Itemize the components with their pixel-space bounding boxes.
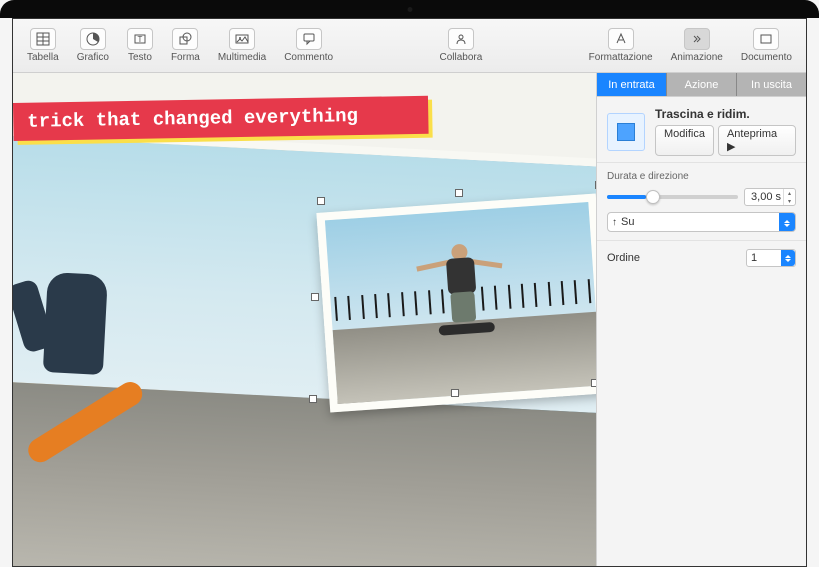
text-icon: T [127, 28, 153, 50]
tab-in-uscita[interactable]: In uscita [736, 73, 806, 96]
main-area: trick that changed everything [13, 73, 806, 566]
selection-handle[interactable] [595, 181, 596, 189]
order-label: Ordine [607, 252, 640, 264]
format-icon [608, 28, 634, 50]
order-dropdown[interactable]: 1 [746, 249, 796, 267]
toolbar-tabella[interactable]: Tabella [21, 26, 65, 65]
slide-title-text: trick that changed everything [27, 105, 358, 133]
toolbar-documento[interactable]: Documento [735, 26, 798, 65]
toolbar-formattazione[interactable]: Formattazione [583, 26, 659, 65]
modify-button[interactable]: Modifica [655, 125, 714, 156]
duration-field[interactable]: 3,00 s ▴▾ [744, 188, 796, 206]
direction-dropdown[interactable]: ↑ Su [607, 212, 796, 232]
selection-handle[interactable] [451, 389, 459, 397]
shape-icon [172, 28, 198, 50]
toolbar-testo[interactable]: T Testo [121, 26, 159, 65]
chevron-updown-icon [779, 213, 795, 231]
inspector-tabs: In entrata Azione In uscita [597, 73, 806, 97]
toolbar-multimedia[interactable]: Multimedia [212, 26, 272, 65]
duration-stepper[interactable]: ▴▾ [783, 189, 795, 205]
slide-canvas[interactable]: trick that changed everything [13, 73, 596, 566]
tab-in-entrata[interactable]: In entrata [597, 73, 666, 96]
comment-icon [296, 28, 322, 50]
selection-handle[interactable] [317, 197, 325, 205]
media-icon [229, 28, 255, 50]
duration-section: Durata e direzione 3,00 s ▴▾ ↑ Su [597, 162, 806, 240]
svg-text:T: T [137, 35, 142, 44]
effect-title: Trascina e ridim. [655, 107, 796, 121]
arrow-up-icon: ↑ [612, 217, 617, 228]
toolbar-collabora[interactable]: Collabora [433, 26, 488, 65]
slider-knob[interactable] [646, 190, 660, 204]
toolbar-commento[interactable]: Commento [278, 26, 339, 65]
tab-azione[interactable]: Azione [666, 73, 736, 96]
inset-photo-selected[interactable] [316, 193, 596, 412]
order-section: Ordine 1 [597, 240, 806, 275]
table-icon [30, 28, 56, 50]
slide-title[interactable]: trick that changed everything [13, 96, 429, 141]
toolbar-animazione[interactable]: Animazione [665, 26, 729, 65]
selection-handle[interactable] [311, 293, 319, 301]
effect-thumbnail [607, 113, 645, 151]
preview-button[interactable]: Anteprima ▶ [718, 125, 796, 156]
document-icon [753, 28, 779, 50]
chevron-updown-icon [781, 250, 795, 266]
toolbar: Tabella Grafico T Testo Forma Multimedia [13, 19, 806, 73]
slide: trick that changed everything [13, 73, 596, 566]
selection-handle[interactable] [591, 379, 596, 387]
chart-icon [80, 28, 106, 50]
toolbar-forma[interactable]: Forma [165, 26, 206, 65]
effect-header: Trascina e ridim. Modifica Anteprima ▶ [597, 97, 806, 162]
collaborate-icon [448, 28, 474, 50]
toolbar-grafico[interactable]: Grafico [71, 26, 115, 65]
selection-handle[interactable] [455, 189, 463, 197]
duration-label: Durata e direzione [607, 171, 796, 182]
selection-handle[interactable] [309, 395, 317, 403]
duration-slider[interactable] [607, 195, 738, 199]
animation-icon [684, 28, 710, 50]
inspector-panel: In entrata Azione In uscita Trascina e r… [596, 73, 806, 566]
